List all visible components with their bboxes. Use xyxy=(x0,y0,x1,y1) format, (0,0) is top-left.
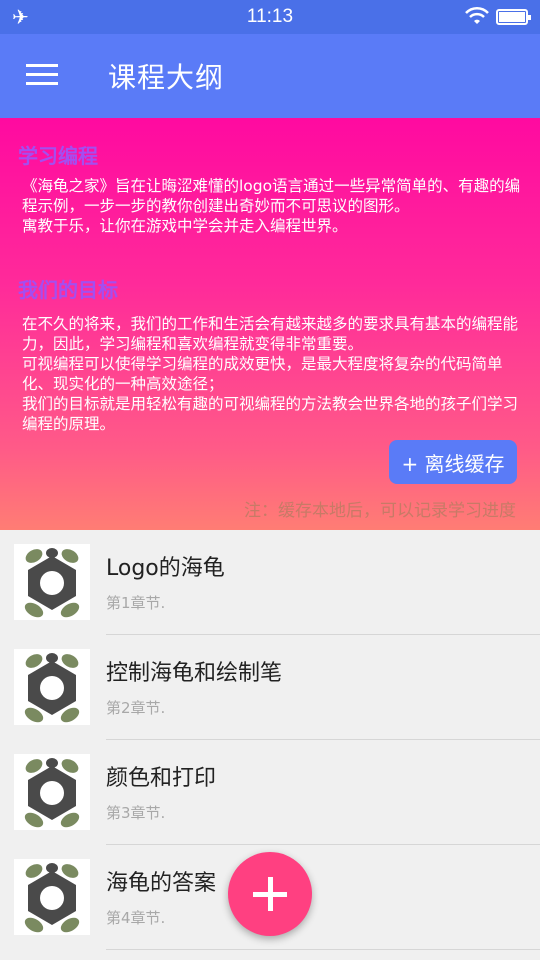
goal-heading: 我们的目标 xyxy=(18,278,118,302)
learn-heading: 学习编程 xyxy=(18,144,98,168)
turtle-logo-icon xyxy=(14,859,90,935)
goal-text: 在不久的将来，我们的工作和生活会有越来越多的要求具有基本的编程能力，因此，学习编… xyxy=(22,315,519,433)
divider xyxy=(106,949,540,950)
chapter-title: 颜色和打印 xyxy=(106,766,217,791)
battery-icon xyxy=(496,9,531,25)
chapter-title: 控制海龟和绘制笔 xyxy=(106,661,283,686)
chapter-subtitle: 第1章节. xyxy=(106,594,166,612)
cache-note: 注：缓存本地后，可以记录学习进度 xyxy=(244,501,516,521)
turtle-logo-icon xyxy=(14,649,90,725)
chapter-subtitle: 第3章节. xyxy=(106,804,166,822)
wifi-icon xyxy=(464,6,490,31)
page-title: 课程大纲 xyxy=(108,61,225,94)
list-item[interactable]: Logo的海龟 第1章节. xyxy=(0,530,540,635)
chapter-subtitle: 第4章节. xyxy=(106,909,166,927)
chapter-title: Logo的海龟 xyxy=(106,556,225,581)
add-fab-button[interactable] xyxy=(228,852,312,936)
hamburger-menu-icon[interactable] xyxy=(26,64,58,86)
turtle-logo-icon xyxy=(14,754,90,830)
turtle-logo-icon xyxy=(14,544,90,620)
status-time: 11:13 xyxy=(246,6,294,27)
offline-cache-button[interactable]: + 离线缓存 xyxy=(389,440,517,484)
learn-text: 《海龟之家》旨在让晦涩难懂的logo语言通过一些异常简单的、有趣的编程示例，一步… xyxy=(22,177,521,235)
list-item[interactable]: 颜色和打印 第3章节. xyxy=(0,740,540,845)
chapter-title: 海龟的答案 xyxy=(106,871,217,896)
app-bar: 课程大纲 xyxy=(0,34,540,118)
chapter-subtitle: 第2章节. xyxy=(106,699,166,717)
list-item[interactable]: 控制海龟和绘制笔 第2章节. xyxy=(0,635,540,740)
intro-banner: 学习编程 《海龟之家》旨在让晦涩难懂的logo语言通过一些异常简单的、有趣的编程… xyxy=(0,118,540,530)
status-bar: ✈ 11:13 xyxy=(0,0,540,34)
